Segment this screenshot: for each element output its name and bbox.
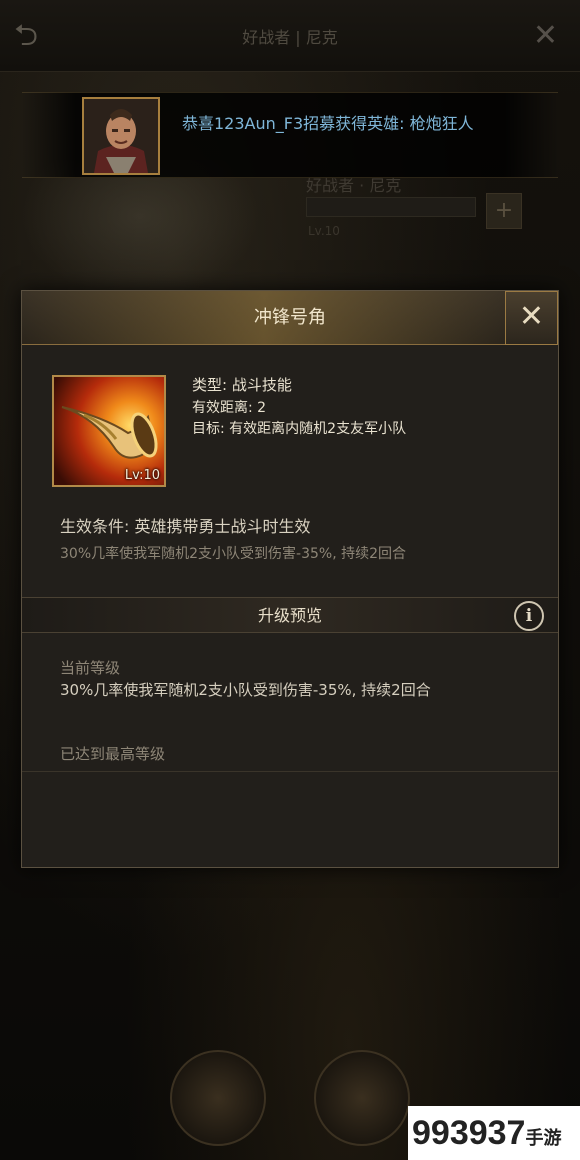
- skill-target: 目标: 有效距离内随机2支友军小队: [192, 421, 407, 437]
- hero-avatar: [82, 97, 160, 175]
- recruit-notification: 恭喜123Aun_F3招募获得英雄: 枪炮狂人: [22, 92, 558, 178]
- skill-level: Lv:10: [124, 468, 160, 483]
- max-level-text: 已达到最高等级: [60, 745, 166, 763]
- current-level-label: 当前等级: [60, 659, 121, 677]
- background-hero-image: [20, 160, 260, 300]
- background-plus-icon[interactable]: +: [486, 193, 522, 229]
- effect-description: 30%几率使我军随机2支小队受到伤害-35%, 持续2回合: [60, 546, 406, 562]
- skill-info: 类型: 战斗技能 有效距离: 2 目标: 有效距离内随机2支友军小队: [192, 375, 532, 440]
- current-level-description: 30%几率使我军随机2支小队受到伤害-35%, 持续2回合: [60, 681, 431, 699]
- close-button[interactable]: ✕: [505, 291, 558, 345]
- background-topbar: ⮌ 好战者 | 尼克 ✕: [0, 0, 580, 72]
- skill-range: 有效距离: 2: [192, 400, 267, 416]
- background-card-button[interactable]: [314, 1050, 410, 1146]
- skill-horn-icon: Lv:10: [52, 375, 166, 487]
- skill-dialog: 冲锋号角 ✕ Lv:10 类型: 战斗技能 有效距离: 2 目标: 有效距离内随…: [21, 290, 559, 868]
- background-hero-bar: [306, 197, 476, 217]
- upgrade-preview-header: 升级预览 i: [22, 597, 558, 633]
- skill-type: 类型: 战斗技能: [192, 376, 292, 394]
- background-hero-level: Lv.10: [308, 224, 340, 238]
- background-title: 好战者 | 尼克: [242, 28, 338, 47]
- dialog-title: 冲锋号角: [254, 307, 326, 328]
- watermark-suffix: 手游: [525, 1128, 562, 1148]
- info-icon[interactable]: i: [514, 601, 544, 631]
- site-watermark: 993937手游: [408, 1106, 580, 1160]
- watermark-number: 993937: [412, 1114, 526, 1152]
- notification-text: 恭喜123Aun_F3招募获得英雄: 枪炮狂人: [182, 114, 474, 133]
- background-close-icon[interactable]: ✕: [533, 18, 558, 53]
- background-rank-button[interactable]: [170, 1050, 266, 1146]
- dialog-divider: [22, 771, 558, 772]
- upgrade-preview-title: 升级预览: [257, 606, 322, 625]
- effect-condition: 生效条件: 英雄携带勇士战斗时生效: [60, 517, 311, 536]
